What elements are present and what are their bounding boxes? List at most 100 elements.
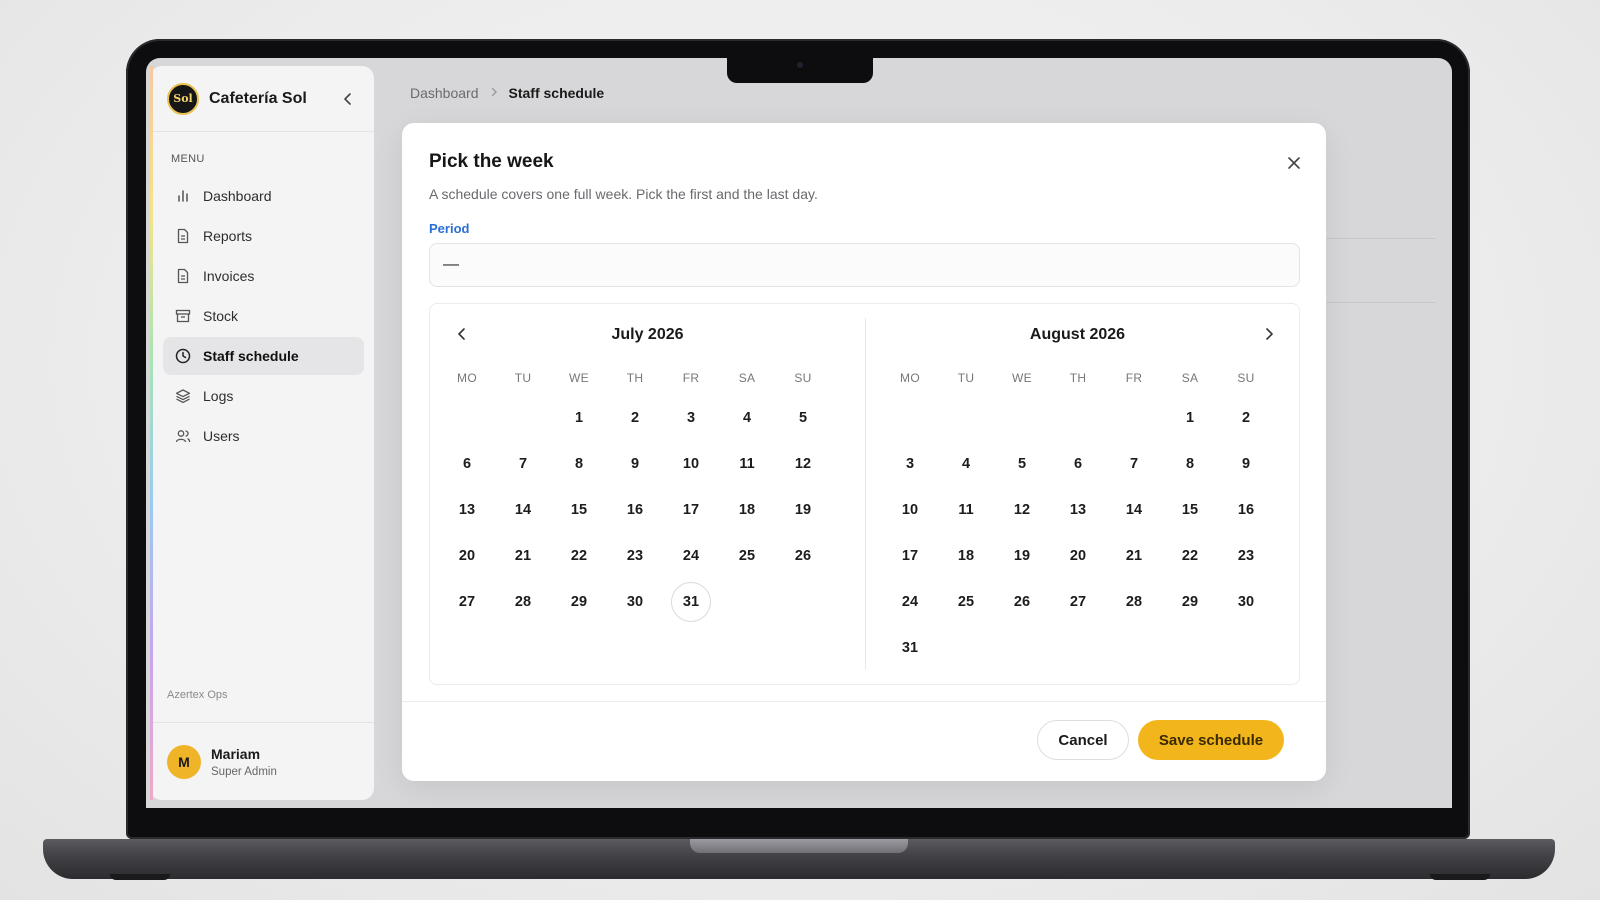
calendar-day[interactable]: 6 <box>447 444 487 484</box>
calendar-day[interactable]: 13 <box>447 490 487 530</box>
calendar-day[interactable]: 21 <box>1114 536 1154 576</box>
calendar-august: August 2026 MO TU WE TH FR SA SU 1 2 3 4 5 6 7 8 9 10 11… <box>866 304 1301 684</box>
calendar-day[interactable]: 30 <box>615 582 655 622</box>
calendar-day[interactable]: 25 <box>727 536 767 576</box>
brand-header: Sol Cafetería Sol <box>153 66 374 132</box>
calendar-day[interactable]: 26 <box>1002 582 1042 622</box>
weekday-label: SU <box>1237 371 1255 385</box>
calendar-day[interactable]: 15 <box>559 490 599 530</box>
calendar-day[interactable]: 18 <box>727 490 767 530</box>
save-schedule-button[interactable]: Save schedule <box>1138 720 1284 760</box>
calendar-day[interactable]: 2 <box>1226 398 1266 438</box>
calendar-day[interactable]: 5 <box>1002 444 1042 484</box>
calendar-day[interactable]: 22 <box>1170 536 1210 576</box>
calendar-day[interactable]: 27 <box>1058 582 1098 622</box>
calendar-day[interactable]: 14 <box>503 490 543 530</box>
calendar-day[interactable]: 29 <box>1170 582 1210 622</box>
calendar-day[interactable]: 28 <box>1114 582 1154 622</box>
calendar-day[interactable]: 18 <box>946 536 986 576</box>
calendar-day[interactable]: 19 <box>783 490 823 530</box>
calendar-day[interactable]: 16 <box>615 490 655 530</box>
calendar-day[interactable]: 12 <box>783 444 823 484</box>
calendar-week-row: 17 18 19 20 21 22 23 <box>882 536 1274 582</box>
sidebar-item-stock[interactable]: Stock <box>163 297 364 335</box>
clock-icon <box>175 348 191 364</box>
calendar-day[interactable]: 19 <box>1002 536 1042 576</box>
calendar-day[interactable]: 21 <box>503 536 543 576</box>
calendar-day[interactable]: 1 <box>559 398 599 438</box>
calendar-day[interactable]: 7 <box>503 444 543 484</box>
calendar-day[interactable]: 11 <box>727 444 767 484</box>
calendar-day[interactable]: 26 <box>783 536 823 576</box>
sidebar-item-logs[interactable]: Logs <box>163 377 364 415</box>
close-dialog-button[interactable] <box>1282 151 1306 175</box>
users-icon <box>175 428 191 444</box>
calendar-day[interactable]: 24 <box>890 582 930 622</box>
breadcrumb-dashboard-link[interactable]: Dashboard <box>410 85 479 101</box>
calendar-day[interactable]: 28 <box>503 582 543 622</box>
sidebar-item-staff-schedule[interactable]: Staff schedule <box>163 337 364 375</box>
calendar-weeks: 1 2 3 4 5 6 7 8 9 10 11 12 13 14 15 16 17 18 19 20 21 22 23 24 2… <box>882 398 1274 674</box>
calendar-day[interactable]: 27 <box>447 582 487 622</box>
sidebar-item-dashboard[interactable]: Dashboard <box>163 177 364 215</box>
calendar-day[interactable]: 6 <box>1058 444 1098 484</box>
dialog-title: Pick the week <box>429 151 554 172</box>
calendar-day[interactable]: 9 <box>615 444 655 484</box>
calendar-day[interactable]: 17 <box>890 536 930 576</box>
document-icon <box>175 228 191 244</box>
calendar-day[interactable]: 12 <box>1002 490 1042 530</box>
user-name: Mariam <box>211 745 261 762</box>
sidebar-item-invoices[interactable]: Invoices <box>163 257 364 295</box>
calendar-day[interactable]: 13 <box>1058 490 1098 530</box>
period-input[interactable]: — <box>429 243 1300 287</box>
avatar: M <box>167 744 201 779</box>
calendar-day[interactable]: 10 <box>890 490 930 530</box>
calendar-day[interactable]: 15 <box>1170 490 1210 530</box>
calendar-day[interactable]: 10 <box>671 444 711 484</box>
calendar-day[interactable]: 14 <box>1114 490 1154 530</box>
weekday-label: TH <box>1069 371 1087 385</box>
calendar-day[interactable]: 2 <box>615 398 655 438</box>
calendar-day[interactable]: 23 <box>615 536 655 576</box>
calendar-july: July 2026 MO TU WE TH FR SA SU 1 2 3 4 5 6 7 8 9 10 11 12… <box>430 304 865 684</box>
calendar-day[interactable]: 31 <box>890 628 930 668</box>
laptop-foot <box>1430 874 1490 880</box>
calendar-day[interactable]: 31 <box>671 582 711 622</box>
sidebar-item-reports[interactable]: Reports <box>163 217 364 255</box>
calendar-day[interactable]: 8 <box>1170 444 1210 484</box>
calendar-day[interactable]: 25 <box>946 582 986 622</box>
calendar-day[interactable]: 20 <box>447 536 487 576</box>
sidebar-item-label: Logs <box>203 388 234 404</box>
sidebar-item-label: Stock <box>203 308 239 324</box>
calendar-day[interactable]: 3 <box>890 444 930 484</box>
sidebar-item-users[interactable]: Users <box>163 417 364 455</box>
calendar-day[interactable]: 11 <box>946 490 986 530</box>
breadcrumb-current: Staff schedule <box>508 85 605 101</box>
user-profile[interactable]: M Mariam Super Admin <box>153 722 374 800</box>
calendar-day[interactable]: 24 <box>671 536 711 576</box>
laptop-base-groove <box>690 839 908 853</box>
calendar-day[interactable]: 23 <box>1226 536 1266 576</box>
calendar-day[interactable]: 7 <box>1114 444 1154 484</box>
calendar-day[interactable]: 29 <box>559 582 599 622</box>
period-field-label: Period <box>429 221 470 236</box>
screen: Sol Cafetería Sol MENU Dashboard Reports <box>146 58 1452 808</box>
calendar-day[interactable]: 9 <box>1226 444 1266 484</box>
calendar-day[interactable]: 1 <box>1170 398 1210 438</box>
calendar-day[interactable]: 22 <box>559 536 599 576</box>
collapse-sidebar-button[interactable] <box>336 87 360 111</box>
calendar-day[interactable]: 5 <box>783 398 823 438</box>
calendar-day[interactable]: 4 <box>727 398 767 438</box>
calendar-day[interactable]: 4 <box>946 444 986 484</box>
calendar-day[interactable]: 16 <box>1226 490 1266 530</box>
calendar-week-row: 12345 <box>439 398 831 444</box>
camera-icon <box>797 62 803 68</box>
laptop-foot <box>110 874 170 880</box>
calendar-day[interactable]: 30 <box>1226 582 1266 622</box>
calendar-day[interactable]: 8 <box>559 444 599 484</box>
calendar-day[interactable]: 3 <box>671 398 711 438</box>
calendar-day[interactable]: 20 <box>1058 536 1098 576</box>
cancel-button[interactable]: Cancel <box>1037 720 1129 760</box>
weekday-label: FR <box>1125 371 1143 385</box>
calendar-day[interactable]: 17 <box>671 490 711 530</box>
